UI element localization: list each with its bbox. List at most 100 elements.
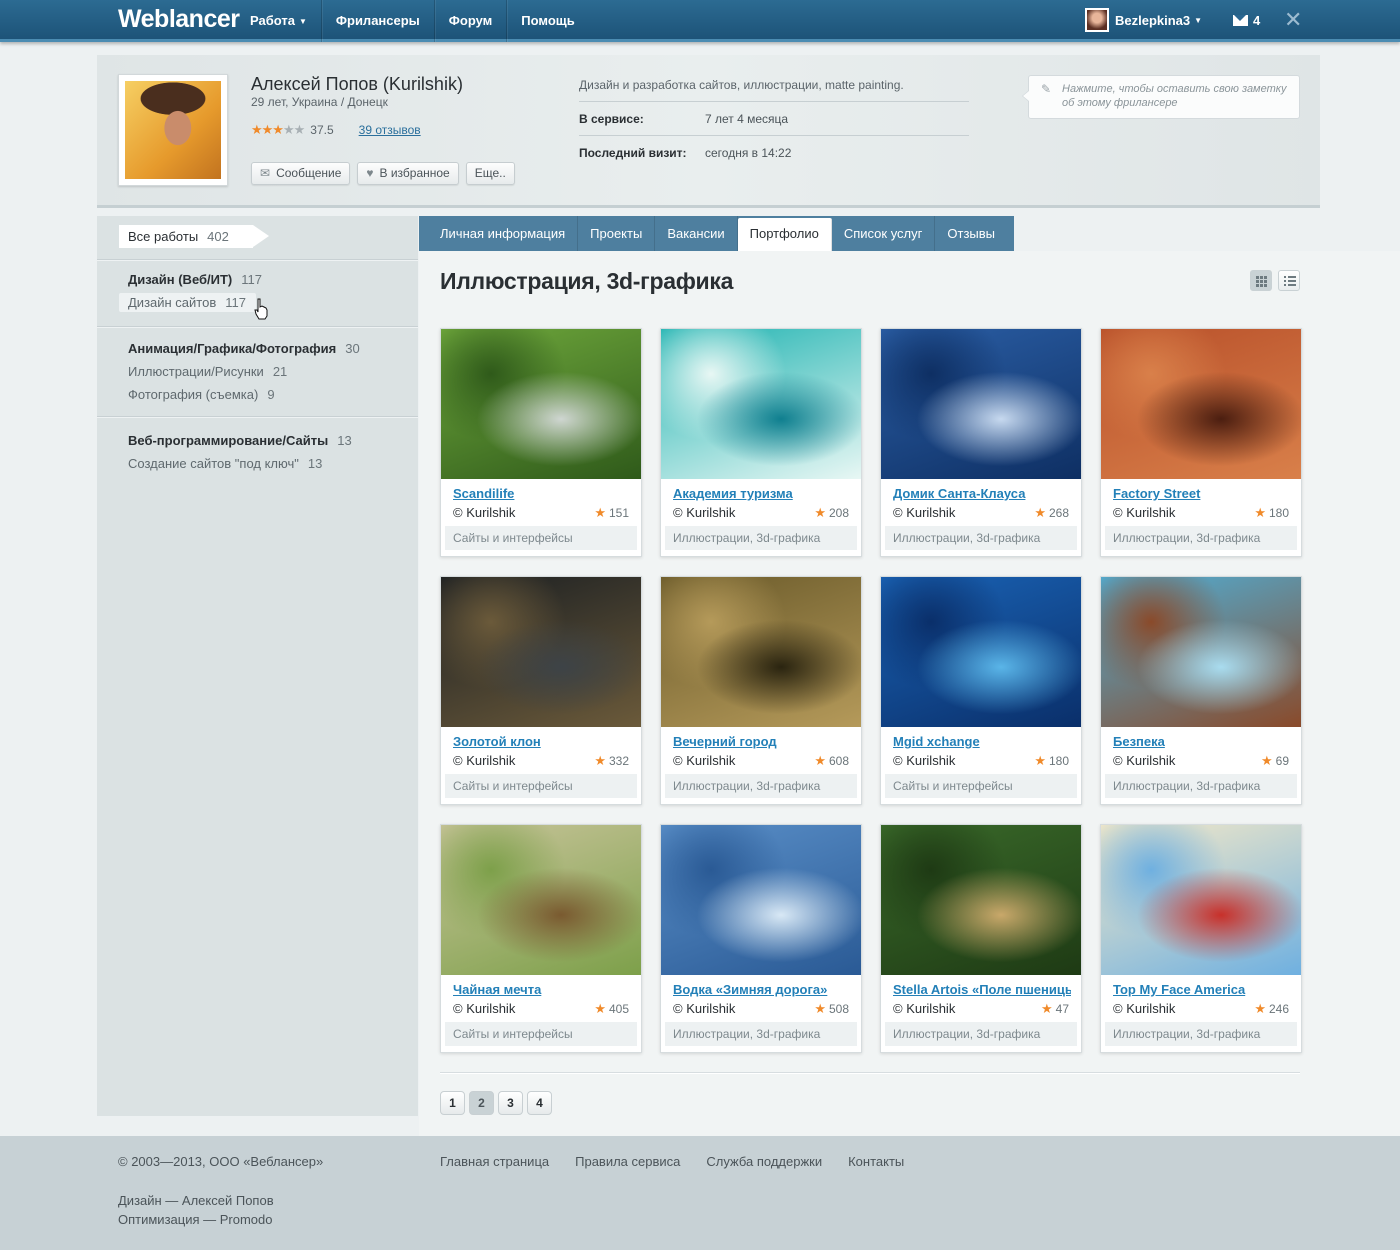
- portfolio-thumbnail[interactable]: [661, 577, 861, 727]
- page-button[interactable]: 1: [440, 1091, 465, 1115]
- portfolio-thumbnail[interactable]: [1101, 577, 1301, 727]
- portfolio-title-link[interactable]: Top My Face America: [1113, 982, 1291, 997]
- main-menu: Работа ▼ Фрилансеры Форум Помощь: [236, 0, 589, 42]
- footer-link-contacts[interactable]: Контакты: [848, 1154, 904, 1169]
- footer-link-support[interactable]: Служба поддержки: [706, 1154, 822, 1169]
- portfolio-author: © Kurilshik: [453, 505, 516, 520]
- divider: [440, 1072, 1300, 1073]
- portfolio-thumbnail[interactable]: [441, 329, 641, 479]
- portfolio-title-link[interactable]: Scandilife: [453, 486, 631, 501]
- portfolio-thumbnail[interactable]: [1101, 329, 1301, 479]
- tab-projects[interactable]: Проекты: [578, 216, 656, 251]
- portfolio-title-link[interactable]: Академия туризма: [673, 486, 851, 501]
- portfolio-title-link[interactable]: Stella Artois «Поле пшеницы»: [893, 982, 1071, 997]
- portfolio-title-link[interactable]: Mgid xchange: [893, 734, 1071, 749]
- portfolio-category: Сайты и интерфейсы: [445, 1022, 637, 1046]
- note-field[interactable]: ✎ Нажмите, чтобы оставить свою заметку о…: [1022, 75, 1300, 119]
- favorite-button[interactable]: ♥ В избранное: [357, 162, 459, 185]
- portfolio-card: Академия туризма © Kurilshik ★ 208 Иллюстрац…: [660, 328, 862, 557]
- page-button[interactable]: 2: [469, 1091, 494, 1115]
- portfolio-category: Сайты и интерфейсы: [445, 774, 637, 798]
- footer: © 2003—2013, ООО «Веблансер» Дизайн — Ал…: [0, 1136, 1400, 1250]
- star-icon: ★: [814, 505, 826, 520]
- portfolio-title-link[interactable]: Домик Санта-Клауса: [893, 486, 1071, 501]
- portfolio-category: Иллюстрации, 3d-графика: [885, 1022, 1077, 1046]
- portfolio-thumbnail[interactable]: [1101, 825, 1301, 975]
- rating-stars: ★★★★★: [251, 122, 305, 138]
- portfolio-card: Чайная мечта © Kurilshik ★ 405 Сайты и интер…: [440, 824, 642, 1053]
- user-menu[interactable]: Bezlepkina3 ▼: [1085, 8, 1202, 32]
- portfolio-author: © Kurilshik: [893, 505, 956, 520]
- portfolio-thumbnail[interactable]: [661, 825, 861, 975]
- tab-personal-info[interactable]: Личная информация: [419, 216, 579, 251]
- portfolio-thumbnail[interactable]: [661, 329, 861, 479]
- subcategory-web-design[interactable]: Дизайн сайтов 117: [119, 293, 256, 312]
- nav-freelancers[interactable]: Фрилансеры: [322, 0, 435, 42]
- tab-vacancies[interactable]: Вакансии: [655, 216, 738, 251]
- portfolio-rating: ★ 405: [594, 1001, 629, 1016]
- nav-work[interactable]: Работа ▼: [236, 0, 322, 42]
- rating-value: 37.5: [310, 123, 334, 137]
- nav-forum[interactable]: Форум: [435, 0, 508, 42]
- category-web-programming[interactable]: Веб-программирование/Сайты 13: [128, 433, 352, 448]
- category-design[interactable]: Дизайн (Веб/ИТ) 117: [128, 272, 262, 287]
- portfolio-author: © Kurilshik: [1113, 1001, 1176, 1016]
- subcategory-photography[interactable]: Фотография (съемка) 9: [128, 387, 275, 402]
- portfolio-thumbnail[interactable]: [441, 577, 641, 727]
- tab-services[interactable]: Список услуг: [832, 216, 936, 251]
- service-duration: В сервисе: 7 лет 4 месяца: [579, 112, 789, 126]
- portfolio-thumbnail[interactable]: [441, 825, 641, 975]
- portfolio-title-link[interactable]: Золотой клон: [453, 734, 631, 749]
- portfolio-author: © Kurilshik: [453, 1001, 516, 1016]
- portfolio-title-link[interactable]: Чайная мечта: [453, 982, 631, 997]
- messages-link[interactable]: 4: [1233, 13, 1260, 28]
- messages-count: 4: [1253, 13, 1261, 28]
- profile-header: Алексей Попов (Kurilshik) 29 лет, Украин…: [97, 55, 1320, 208]
- footer-links: Главная страница Правила сервиса Служба …: [440, 1154, 904, 1169]
- grid-view-button[interactable]: [1250, 270, 1272, 291]
- category-animation[interactable]: Анимация/Графика/Фотография 30: [128, 341, 360, 356]
- message-button[interactable]: ✉ Сообщение: [251, 162, 351, 185]
- portfolio-author: © Kurilshik: [673, 1001, 736, 1016]
- pagination: 1234: [440, 1091, 552, 1115]
- portfolio-title-link[interactable]: Безпека: [1113, 734, 1291, 749]
- subcategory-illustrations[interactable]: Иллюстрации/Рисунки 21: [128, 364, 287, 379]
- nav-help[interactable]: Помощь: [507, 0, 588, 42]
- portfolio-author: © Kurilshik: [1113, 505, 1176, 520]
- all-works-link[interactable]: Все работы 402: [119, 225, 269, 248]
- portfolio-title-link[interactable]: Вечерний город: [673, 734, 851, 749]
- page-button[interactable]: 3: [498, 1091, 523, 1115]
- star-icon: ★: [1034, 505, 1046, 520]
- portfolio-title-link[interactable]: Водка «Зимняя дорога»: [673, 982, 851, 997]
- envelope-icon: ✉: [260, 166, 271, 180]
- tab-portfolio[interactable]: Портфолио: [737, 218, 832, 251]
- username: Bezlepkina3: [1115, 12, 1191, 28]
- site-logo[interactable]: Weblancer: [118, 5, 240, 34]
- portfolio-title-link[interactable]: Factory Street: [1113, 486, 1291, 501]
- profile-rating: ★★★★★ 37.5 39 отзывов: [251, 122, 421, 138]
- close-icon[interactable]: ✕: [1284, 8, 1302, 32]
- tab-reviews[interactable]: Отзывы: [935, 216, 1014, 251]
- page-button[interactable]: 4: [527, 1091, 552, 1115]
- reviews-link[interactable]: 39 отзывов: [359, 123, 421, 137]
- star-icon: ★: [1254, 1001, 1266, 1016]
- profile-name: Алексей Попов (Kurilshik): [251, 74, 463, 94]
- subcategory-turnkey-sites[interactable]: Создание сайтов "под ключ" 13: [128, 456, 322, 471]
- portfolio-category: Сайты и интерфейсы: [445, 526, 637, 550]
- star-icon: ★: [594, 1001, 606, 1016]
- portfolio-rating: ★ 332: [594, 753, 629, 768]
- footer-link-home[interactable]: Главная страница: [440, 1154, 549, 1169]
- portfolio-thumbnail[interactable]: [881, 825, 1081, 975]
- more-button[interactable]: Еще..: [465, 162, 515, 185]
- list-view-button[interactable]: [1278, 270, 1300, 291]
- footer-link-rules[interactable]: Правила сервиса: [575, 1154, 680, 1169]
- portfolio-card: Mgid xchange © Kurilshik ★ 180 Сайты и интер…: [880, 576, 1082, 805]
- portfolio-category: Иллюстрации, 3d-графика: [665, 1022, 857, 1046]
- portfolio-category: Иллюстрации, 3d-графика: [885, 526, 1077, 550]
- star-icon: ★: [594, 505, 606, 520]
- divider: [579, 101, 969, 102]
- portfolio-card: Top My Face America © Kurilshik ★ 246 Иллюст…: [1100, 824, 1302, 1053]
- portfolio-thumbnail[interactable]: [881, 329, 1081, 479]
- credits: Дизайн — Алексей Попов Оптимизация — Pro…: [118, 1193, 274, 1227]
- portfolio-thumbnail[interactable]: [881, 577, 1081, 727]
